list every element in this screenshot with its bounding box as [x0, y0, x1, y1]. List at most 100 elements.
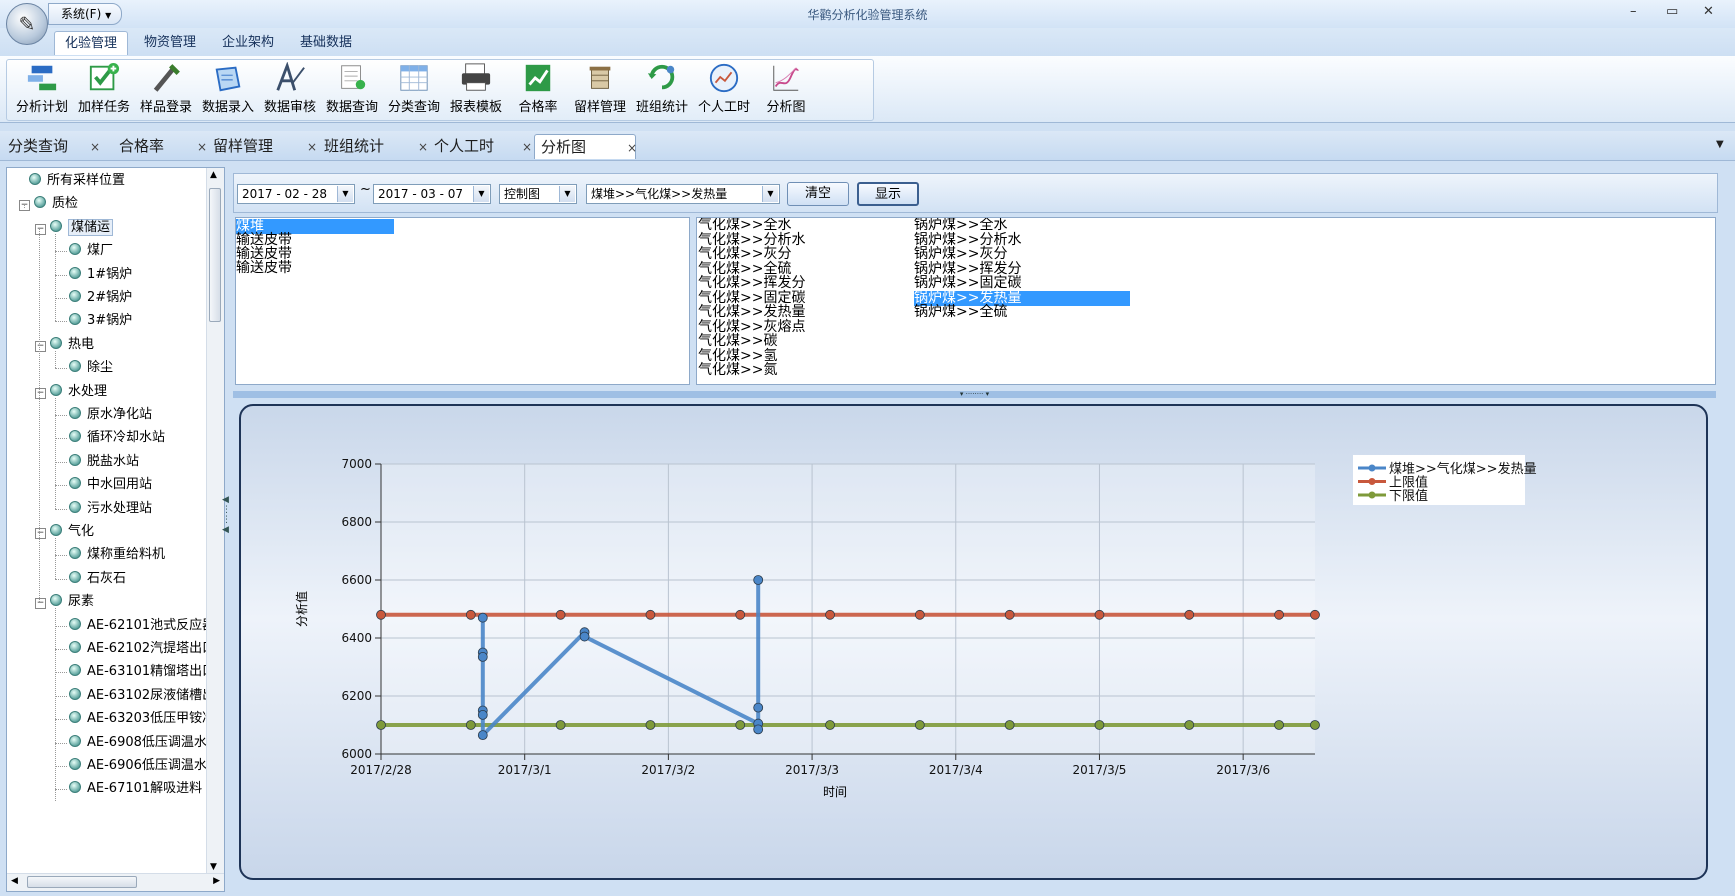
system-menu[interactable]: 系统(F) ▼: [48, 3, 123, 25]
scroll-up-icon[interactable]: ▲: [210, 170, 217, 180]
tree-node[interactable]: 脱盐水站: [69, 451, 139, 473]
tree-node[interactable]: − 热电: [35, 334, 94, 356]
analysis-item-list-item[interactable]: 锅炉煤>>固定碳: [914, 276, 1021, 291]
ribbon-tab-org[interactable]: 企业架构: [212, 31, 284, 55]
ribbon-button-analysis-chart[interactable]: 分析图: [752, 60, 820, 118]
analysis-item-list-item[interactable]: 气化煤>>氮: [698, 363, 777, 378]
analysis-item-select[interactable]: 煤堆>>气化煤>>发热量 ▼: [586, 184, 780, 204]
analysis-item-list-item[interactable]: 锅炉煤>>灰分: [914, 247, 1007, 262]
ribbon-button-sample-login[interactable]: 样品登录: [132, 60, 200, 118]
tree-node[interactable]: − 煤储运: [35, 217, 114, 239]
tree-node[interactable]: 除尘: [69, 357, 113, 379]
doc-tab-4[interactable]: 个人工时 ×: [434, 134, 532, 160]
tree-node[interactable]: 1#锅炉: [69, 264, 132, 286]
analysis-item-list-item[interactable]: 气化煤>>灰分: [698, 247, 791, 262]
tree-node[interactable]: 原水净化站: [69, 404, 152, 426]
scroll-left-icon[interactable]: ◀: [11, 876, 18, 886]
location-list-item[interactable]: 输送皮带: [236, 261, 292, 276]
ribbon-button-retained-sample[interactable]: 留样管理: [566, 60, 634, 118]
panel-splitter[interactable]: ▾ ········ ▾: [233, 391, 1716, 398]
doc-tab-5[interactable]: 分析图 ×: [534, 134, 637, 161]
tree-node[interactable]: 石灰石: [69, 568, 126, 590]
analysis-item-list[interactable]: 气化煤>>全水 气化煤>>分析水 气化煤>>灰分 气化煤>>全硫 气化煤>>挥发分 气化煤…: [696, 217, 1716, 385]
chevron-down-icon[interactable]: ▼: [762, 186, 778, 202]
tree-node[interactable]: AE-6908低压调温水: [69, 732, 207, 754]
tree-node[interactable]: 污水处理站: [69, 498, 152, 520]
collapse-icon[interactable]: −: [35, 528, 46, 539]
date-from-picker[interactable]: 2017 - 02 - 28 ▼: [237, 184, 355, 204]
ribbon-button-add-sample-task[interactable]: 加样任务: [70, 60, 138, 118]
ribbon-button-team-stats[interactable]: 班组统计: [628, 60, 696, 118]
tab-overflow-icon[interactable]: ▼: [1716, 139, 1724, 150]
ribbon-button-personal-hours[interactable]: 个人工时: [690, 60, 758, 118]
tree-horizontal-scrollbar[interactable]: ◀ ▶: [7, 873, 224, 891]
doc-tab-0[interactable]: 分类查询 ×: [8, 134, 100, 160]
tree-node[interactable]: 煤称重给料机: [69, 544, 165, 566]
tree-node[interactable]: − 质检: [19, 193, 78, 215]
doc-tab-2[interactable]: 留样管理 ×: [213, 134, 317, 160]
tree-node[interactable]: 3#锅炉: [69, 310, 132, 332]
tree-node[interactable]: AE-67101解吸进料: [69, 778, 202, 800]
close-button[interactable]: ✕: [1703, 4, 1714, 19]
y-tick-label: 6400: [341, 631, 372, 645]
close-icon[interactable]: ×: [307, 135, 317, 160]
app-menu-button[interactable]: ✎: [6, 3, 48, 45]
close-icon[interactable]: ×: [522, 135, 532, 160]
analysis-item-list-item[interactable]: 气化煤>>挥发分: [698, 276, 805, 291]
chevron-down-icon[interactable]: ▼: [559, 186, 575, 202]
close-icon[interactable]: ×: [90, 135, 100, 160]
maximize-button[interactable]: ▭: [1666, 4, 1678, 19]
doc-tab-1[interactable]: 合格率 ×: [119, 134, 207, 160]
tree-node[interactable]: 循环冷却水站: [69, 427, 165, 449]
close-icon[interactable]: ×: [627, 136, 637, 161]
close-icon[interactable]: ×: [418, 135, 428, 160]
show-button[interactable]: 显示: [857, 182, 919, 206]
scroll-down-icon[interactable]: ▼: [210, 862, 217, 872]
clear-button[interactable]: 清空: [787, 182, 849, 206]
chevron-down-icon[interactable]: ▼: [473, 186, 489, 202]
analysis-item-list-item[interactable]: 锅炉煤>>全硫: [914, 305, 1007, 320]
analysis-item-list-item[interactable]: 气化煤>>全水: [698, 218, 791, 233]
ribbon-button-data-review[interactable]: 数据审核: [256, 60, 324, 118]
doc-tab-3[interactable]: 班组统计 ×: [324, 134, 428, 160]
analysis-item-list-item[interactable]: 锅炉煤>>全水: [914, 218, 1007, 233]
ribbon-button-category-query[interactable]: 分类查询: [380, 60, 448, 118]
scroll-thumb[interactable]: [209, 188, 221, 322]
chevron-down-icon[interactable]: ▼: [337, 186, 353, 202]
chart-type-select[interactable]: 控制图 ▼: [499, 184, 577, 204]
collapse-icon[interactable]: −: [35, 223, 46, 235]
location-list[interactable]: 煤堆 输送皮带 输送皮带 输送皮带: [235, 217, 690, 385]
tree-node[interactable]: 所有采样位置: [29, 170, 125, 192]
tree-node[interactable]: AE-62102汽提塔出口: [69, 638, 215, 660]
tree-node[interactable]: − 水处理: [35, 381, 107, 403]
ribbon-tab-lab[interactable]: 化验管理: [54, 31, 129, 55]
scroll-right-icon[interactable]: ▶: [213, 876, 220, 886]
tree-node[interactable]: AE-62101池式反应器: [69, 615, 215, 637]
tree-node[interactable]: 煤厂: [69, 240, 113, 262]
collapse-icon[interactable]: −: [35, 387, 46, 399]
tree-node[interactable]: 中水回用站: [69, 474, 152, 496]
panel-collapse-grip[interactable]: ◀ ⋮ ⋮ ◀: [222, 495, 231, 555]
tree-node[interactable]: AE-63101精馏塔出口: [69, 661, 215, 683]
ribbon-tab-materials[interactable]: 物资管理: [134, 31, 206, 55]
tree-node[interactable]: − 尿素: [35, 591, 94, 613]
ribbon-button-pass-rate[interactable]: 合格率: [504, 60, 572, 118]
ribbon-button-report-template[interactable]: 报表模板: [442, 60, 510, 118]
minimize-button[interactable]: –: [1630, 4, 1637, 19]
ribbon-button-data-entry[interactable]: 数据录入: [194, 60, 262, 118]
analysis-item-list-item[interactable]: 气化煤>>碳: [698, 334, 777, 349]
tree-node[interactable]: AE-63203低压甲铵冷凝: [69, 708, 224, 730]
ribbon-tab-basic-data[interactable]: 基础数据: [290, 31, 362, 55]
analysis-item-list-item[interactable]: 气化煤>>发热量: [698, 305, 805, 320]
date-to-picker[interactable]: 2017 - 03 - 07 ▼: [373, 184, 491, 204]
collapse-icon[interactable]: −: [35, 598, 46, 610]
scroll-thumb-horizontal[interactable]: [27, 876, 137, 888]
tree-node[interactable]: AE-63102尿液储槽出口: [69, 685, 224, 707]
tree-node[interactable]: AE-6906低压调温水: [69, 755, 207, 777]
close-icon[interactable]: ×: [197, 135, 207, 160]
ribbon-button-analysis-plan[interactable]: 分析计划: [8, 60, 76, 118]
tree-node[interactable]: − 气化: [35, 521, 94, 543]
ribbon-button-data-query[interactable]: 数据查询: [318, 60, 386, 118]
tree-node[interactable]: 2#锅炉: [69, 287, 132, 309]
collapse-icon[interactable]: −: [35, 340, 46, 352]
